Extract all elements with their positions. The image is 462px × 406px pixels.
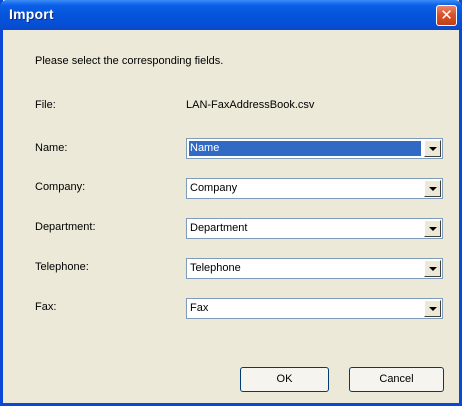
department-select-value: Department [190,222,248,234]
file-label: File: [35,99,56,111]
fax-select[interactable]: Fax [186,298,443,319]
company-select-value: Company [190,182,238,194]
telephone-select[interactable]: Telephone [186,258,443,279]
close-icon: ✕ [440,6,453,24]
name-select[interactable]: Name [186,138,443,159]
dialog-title: Import [9,6,54,22]
chevron-down-icon[interactable] [424,180,441,197]
file-name: LAN-FaxAddressBook.csv [186,99,315,111]
telephone-label: Telephone: [35,261,89,273]
ok-button[interactable]: OK [240,367,329,392]
chevron-down-icon[interactable] [424,220,441,237]
department-label: Department: [35,221,96,233]
name-label: Name: [35,142,68,154]
fax-label: Fax: [35,301,57,313]
company-label: Company: [35,181,86,193]
title-bar[interactable]: Import ✕ [0,0,462,30]
instructions-text: Please select the corresponding fields. [35,55,224,67]
cancel-button[interactable]: Cancel [349,367,444,392]
dialog-body: Please select the corresponding fields. … [3,30,459,403]
chevron-down-icon[interactable] [424,300,441,317]
chevron-down-icon[interactable] [424,260,441,277]
chevron-down-icon[interactable] [424,140,441,157]
close-button[interactable]: ✕ [436,5,457,26]
fax-select-value: Fax [190,302,209,314]
company-select[interactable]: Company [186,178,443,199]
department-select[interactable]: Department [186,218,443,239]
telephone-select-value: Telephone [190,262,241,274]
import-dialog: Import ✕ Please select the corresponding… [0,0,462,406]
name-select-value: Name [189,141,421,156]
